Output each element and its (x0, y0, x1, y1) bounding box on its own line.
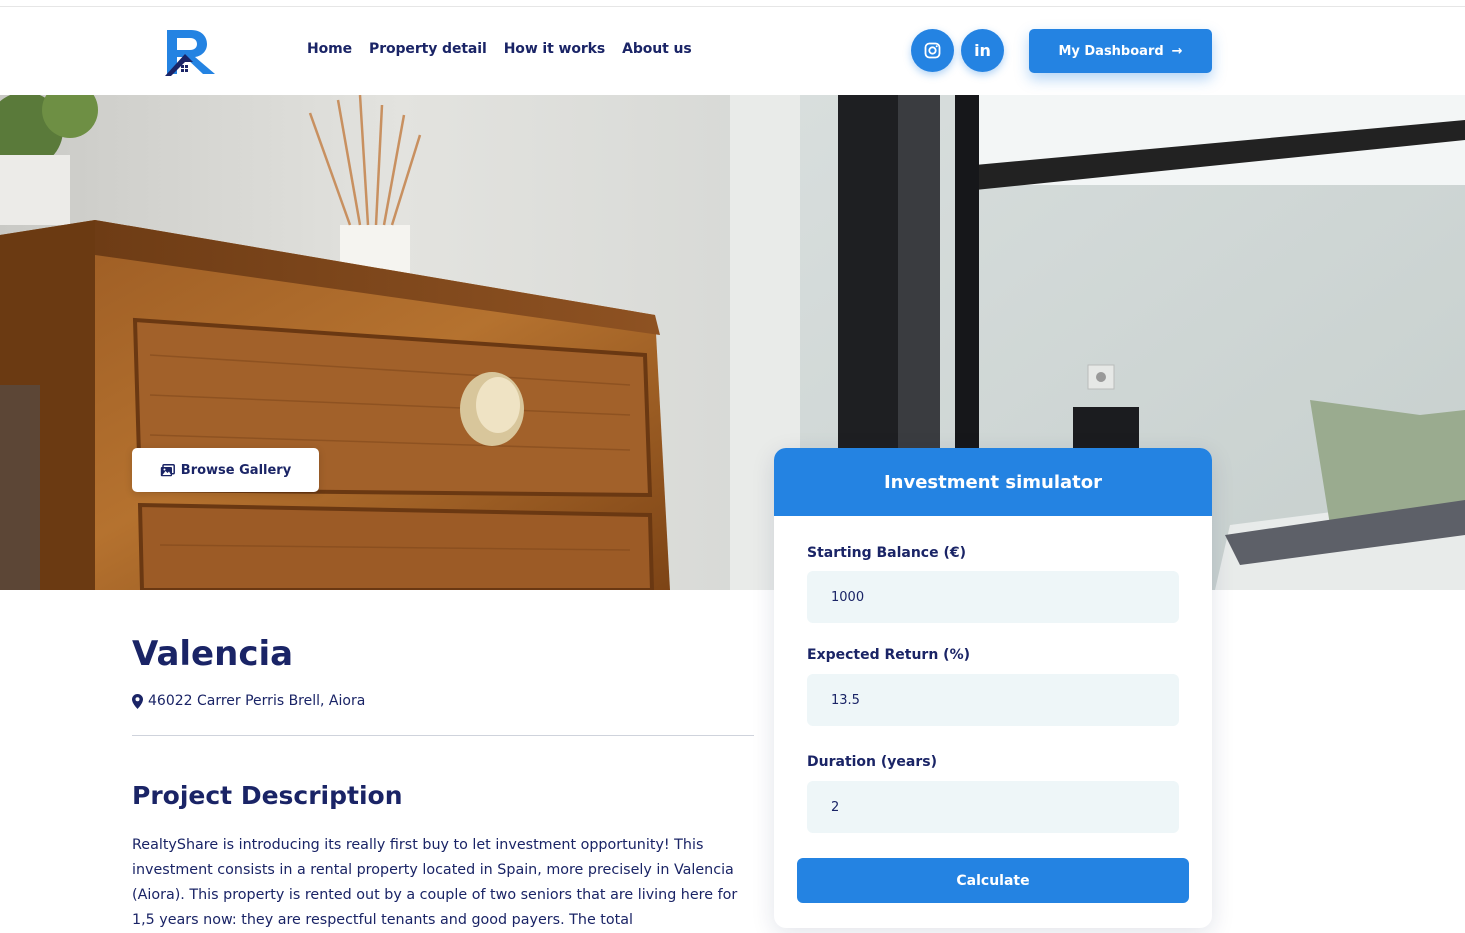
my-dashboard-button[interactable]: My Dashboard → (1029, 29, 1212, 73)
nav-property-detail[interactable]: Property detail (369, 41, 487, 57)
property-title: Valencia (132, 634, 294, 674)
instagram-icon (924, 42, 941, 59)
browser-top-edge (0, 0, 1465, 7)
divider (132, 735, 754, 736)
linkedin-icon: in (974, 41, 991, 60)
map-marker-icon (132, 693, 143, 709)
expected-return-label: Expected Return (%) (807, 647, 970, 663)
project-description-title: Project Description (132, 781, 403, 810)
starting-balance-input[interactable] (807, 571, 1179, 623)
nav-home[interactable]: Home (307, 41, 352, 57)
arrow-right-icon: → (1171, 43, 1183, 59)
calculate-button[interactable]: Calculate (797, 858, 1189, 903)
nav-about-us[interactable]: About us (622, 41, 692, 57)
site-header: Home Property detail How it works About … (0, 8, 1465, 95)
project-description-text: RealtyShare is introducing its really fi… (132, 837, 738, 928)
property-address: 46022 Carrer Perris Brell, Aiora (132, 693, 365, 709)
main-nav: Home Property detail How it works About … (307, 41, 692, 57)
property-photo (0, 95, 1465, 590)
investment-simulator: Investment simulator Starting Balance (€… (774, 448, 1212, 928)
address-text: 46022 Carrer Perris Brell, Aiora (148, 693, 366, 709)
duration-label: Duration (years) (807, 754, 937, 770)
nav-how-it-works[interactable]: How it works (504, 41, 606, 57)
images-icon (160, 463, 175, 476)
my-dashboard-label: My Dashboard (1058, 43, 1164, 59)
duration-input[interactable] (807, 781, 1179, 833)
starting-balance-label: Starting Balance (€) (807, 545, 967, 561)
logo-icon (165, 30, 215, 76)
hero-image (0, 95, 1465, 590)
linkedin-button[interactable]: in (961, 29, 1004, 72)
browse-gallery-button[interactable]: Browse Gallery (132, 448, 319, 492)
expected-return-input[interactable] (807, 674, 1179, 726)
instagram-button[interactable] (911, 29, 954, 72)
simulator-title: Investment simulator (774, 448, 1212, 516)
logo[interactable] (163, 26, 217, 78)
browse-gallery-label: Browse Gallery (180, 462, 292, 478)
